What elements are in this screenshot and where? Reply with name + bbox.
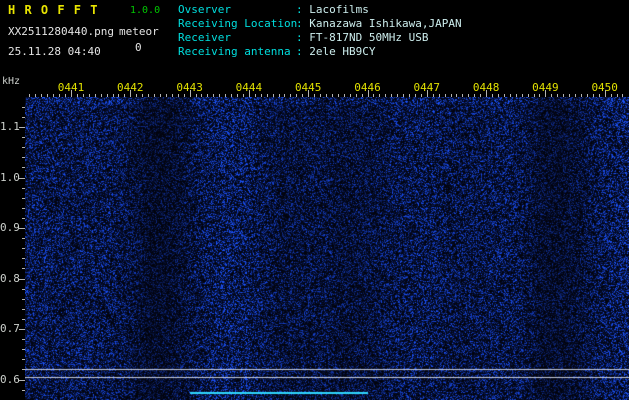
major-tick [486,90,487,97]
major-tick [545,90,546,97]
major-tick [190,90,191,97]
freq-unit-label: kHz [2,76,20,87]
info-label: Ovserver [178,3,296,17]
info-row: Receiving antenna: 2ele HB9CY [178,45,462,59]
info-value: 2ele HB9CY [309,45,375,58]
freq-axis-labels: 1.1 1.0 0.9 0.8 0.7 0.6 [0,97,19,400]
major-tick [605,90,606,97]
major-tick [308,90,309,97]
major-tick [368,90,369,97]
event-count: 0 [135,41,142,54]
info-row: Ovserver: Lacofilms [178,3,462,17]
info-label: Receiving antenna [178,45,296,59]
info-label: Receiving Location [178,17,296,31]
major-tick [71,90,72,97]
output-filename: XX2511280440.png [8,25,114,38]
info-value: Lacofilms [309,3,369,16]
info-colon: : [296,31,309,44]
freq-label: 0.7 [0,322,18,335]
freq-label: 1.1 [0,120,18,133]
spectrogram-canvas [25,97,629,400]
info-colon: : [296,17,309,30]
freq-label: 0.9 [0,221,18,234]
freq-label: 1.0 [0,171,18,184]
info-value: Kanazawa Ishikawa,JAPAN [309,17,461,30]
info-colon: : [296,45,309,58]
datetime-label: 25.11.28 04:40 [8,45,101,58]
major-tick [130,90,131,97]
info-row: Receiver: FT-817ND 50MHz USB [178,31,462,45]
station-info-block: Ovserver: Lacofilms Receiving Location: K… [178,3,462,59]
freq-label: 0.8 [0,272,18,285]
info-value: FT-817ND 50MHz USB [309,31,428,44]
app-version: 1.0.0 [130,5,160,16]
info-label: Receiver [178,31,296,45]
mode-label: meteor [119,25,159,38]
app-title: H R O F F T [8,3,98,17]
time-axis-ticks [25,90,629,97]
freq-label: 0.6 [0,373,18,386]
hrofft-window: H R O F F T 1.0.0 XX2511280440.png meteo… [0,0,629,400]
major-tick [427,90,428,97]
info-colon: : [296,3,309,16]
major-tick [249,90,250,97]
info-row: Receiving Location: Kanazawa Ishikawa,JA… [178,17,462,31]
